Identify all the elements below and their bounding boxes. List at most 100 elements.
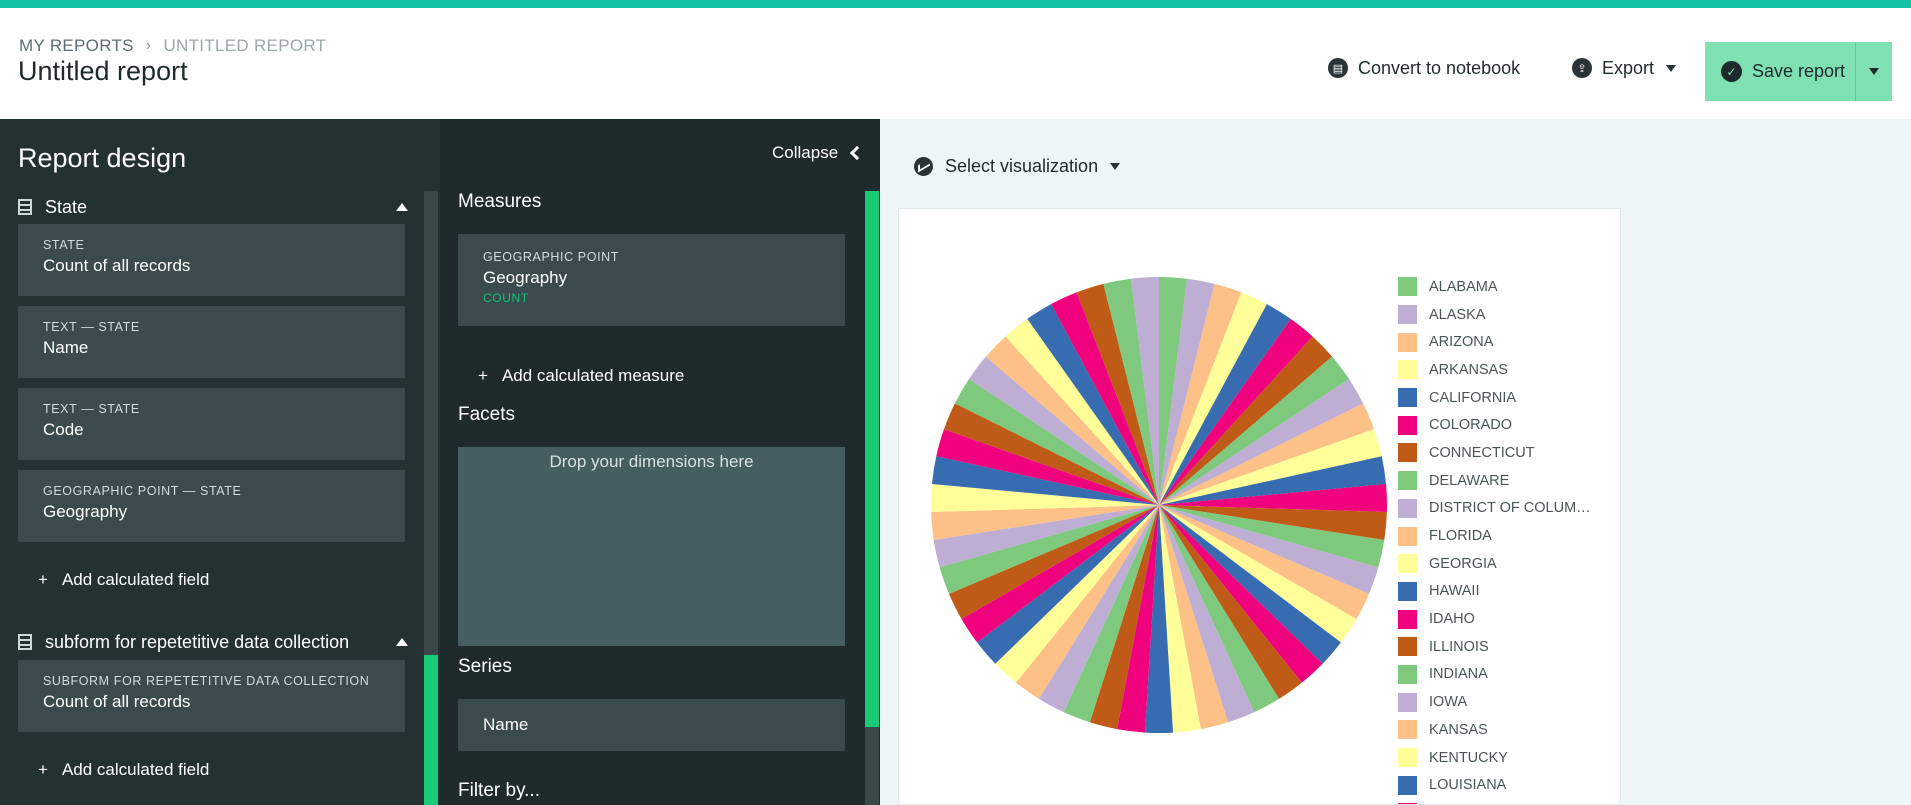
legend-item[interactable]: MAINE bbox=[1398, 799, 1608, 804]
legend-item[interactable]: KANSAS bbox=[1398, 716, 1608, 744]
legend-label: ALASKA bbox=[1429, 306, 1486, 323]
header: MY REPORTS › UNTITLED REPORT Untitled re… bbox=[0, 8, 1911, 119]
check-circle-icon: ✓ bbox=[1721, 61, 1742, 82]
legend-swatch bbox=[1398, 748, 1417, 768]
breadcrumb-my-reports[interactable]: MY REPORTS bbox=[19, 36, 134, 56]
field-card[interactable]: TEXT — STATE Name bbox=[18, 306, 405, 378]
save-report-button[interactable]: ✓ Save report bbox=[1705, 42, 1855, 101]
legend-item[interactable]: LOUISIANA bbox=[1398, 771, 1608, 799]
legend-label: LOUISIANA bbox=[1429, 777, 1507, 794]
legend-label: CONNECTICUT bbox=[1429, 444, 1535, 461]
caret-up-icon bbox=[396, 203, 408, 211]
legend-label: IOWA bbox=[1429, 694, 1468, 711]
field-label: Code bbox=[43, 420, 84, 439]
breadcrumb: MY REPORTS › UNTITLED REPORT bbox=[19, 36, 326, 56]
add-calculated-measure-button[interactable]: + Add calculated measure bbox=[478, 363, 684, 389]
legend-item[interactable]: ARIZONA bbox=[1398, 328, 1608, 356]
chart-card: ALABAMA ALASKA ARIZONA ARKANSAS CALIFORNIA CO… bbox=[898, 208, 1621, 805]
chart-legend: ALABAMA ALASKA ARIZONA ARKANSAS CALIFORNIA CO… bbox=[1398, 273, 1608, 804]
legend-label: DISTRICT OF COLUM… bbox=[1429, 500, 1591, 517]
series-heading: Series bbox=[458, 656, 512, 677]
convert-to-notebook-button[interactable]: ▤ Convert to notebook bbox=[1328, 48, 1520, 88]
legend-label: ALABAMA bbox=[1429, 278, 1498, 295]
add-calculated-field-button[interactable]: + Add calculated field bbox=[38, 757, 209, 783]
legend-label: KENTUCKY bbox=[1429, 749, 1508, 766]
notebook-icon: ▤ bbox=[1328, 58, 1348, 78]
field-card[interactable]: GEOGRAPHIC POINT — STATE Geography bbox=[18, 470, 405, 542]
chevron-right-icon: › bbox=[145, 37, 152, 54]
legend-swatch bbox=[1398, 775, 1417, 795]
legend-swatch bbox=[1398, 332, 1417, 352]
plus-icon: + bbox=[38, 760, 48, 779]
legend-item[interactable]: COLORADO bbox=[1398, 411, 1608, 439]
select-visualization-dropdown[interactable]: Select visualization bbox=[914, 156, 1121, 177]
legend-item[interactable]: INDIANA bbox=[1398, 661, 1608, 689]
field-label: Count of all records bbox=[43, 692, 191, 711]
pie-chart[interactable] bbox=[929, 275, 1389, 735]
top-accent-bar bbox=[0, 0, 1911, 8]
field-label: Geography bbox=[43, 502, 128, 521]
legend-item[interactable]: CONNECTICUT bbox=[1398, 439, 1608, 467]
field-card[interactable]: SUBFORM FOR REPETETITIVE DATA COLLECTION… bbox=[18, 660, 405, 732]
table-icon bbox=[18, 199, 32, 215]
facets-dropzone[interactable]: Drop your dimensions here bbox=[458, 447, 845, 646]
legend-swatch bbox=[1398, 526, 1417, 546]
export-button[interactable]: ⇪ Export bbox=[1572, 48, 1677, 88]
legend-item[interactable]: HAWAII bbox=[1398, 578, 1608, 606]
caret-down-icon bbox=[1110, 163, 1121, 170]
legend-label: GEORGIA bbox=[1429, 555, 1497, 572]
measure-card[interactable]: GEOGRAPHIC POINT Geography COUNT bbox=[458, 234, 845, 326]
legend-item[interactable]: ALABAMA bbox=[1398, 273, 1608, 301]
legend-item[interactable]: IDAHO bbox=[1398, 605, 1608, 633]
field-type: SUBFORM FOR REPETETITIVE DATA COLLECTION bbox=[43, 674, 370, 688]
table-icon bbox=[18, 634, 32, 650]
legend-item[interactable]: DELAWARE bbox=[1398, 467, 1608, 495]
legend-swatch bbox=[1398, 581, 1417, 601]
legend-label: FLORIDA bbox=[1429, 528, 1492, 545]
config-panel: Collapse Measures GEOGRAPHIC POINT Geogr… bbox=[440, 119, 880, 805]
series-item[interactable]: Name bbox=[458, 699, 845, 751]
legend-item[interactable]: ILLINOIS bbox=[1398, 633, 1608, 661]
legend-item[interactable]: FLORIDA bbox=[1398, 522, 1608, 550]
legend-item[interactable]: ARKANSAS bbox=[1398, 356, 1608, 384]
field-card[interactable]: TEXT — STATE Code bbox=[18, 388, 405, 460]
legend-item[interactable]: IOWA bbox=[1398, 688, 1608, 716]
field-card[interactable]: STATE Count of all records bbox=[18, 224, 405, 296]
scrollbar-thumb[interactable] bbox=[865, 191, 879, 727]
page-title: Untitled report bbox=[18, 56, 188, 86]
legend-label: ARIZONA bbox=[1429, 334, 1494, 351]
legend-swatch bbox=[1398, 415, 1417, 435]
add-field-label: Add calculated field bbox=[61, 570, 210, 589]
legend-item[interactable]: ALASKA bbox=[1398, 301, 1608, 329]
plus-icon: + bbox=[38, 570, 48, 589]
legend-item[interactable]: CALIFORNIA bbox=[1398, 384, 1608, 412]
legend-swatch bbox=[1398, 277, 1417, 297]
legend-item[interactable]: DISTRICT OF COLUM… bbox=[1398, 495, 1608, 523]
facets-heading: Facets bbox=[458, 404, 516, 425]
legend-label: DELAWARE bbox=[1429, 472, 1510, 489]
scrollbar-thumb[interactable] bbox=[424, 655, 438, 805]
add-measure-label: Add calculated measure bbox=[501, 366, 685, 385]
legend-swatch bbox=[1398, 609, 1417, 629]
collapse-button[interactable]: Collapse bbox=[772, 143, 865, 163]
chart-icon bbox=[914, 157, 933, 176]
legend-item[interactable]: GEORGIA bbox=[1398, 550, 1608, 578]
section-header-state[interactable]: State bbox=[18, 192, 408, 222]
legend-swatch bbox=[1398, 305, 1417, 325]
legend-swatch bbox=[1398, 360, 1417, 380]
legend-swatch bbox=[1398, 443, 1417, 463]
legend-item[interactable]: KENTUCKY bbox=[1398, 744, 1608, 772]
measure-aggregation: COUNT bbox=[483, 291, 529, 305]
section-name: subform for repetetitive data collection bbox=[45, 631, 350, 652]
plus-icon: + bbox=[478, 366, 488, 385]
add-calculated-field-button[interactable]: + Add calculated field bbox=[38, 567, 209, 593]
breadcrumb-current: UNTITLED REPORT bbox=[163, 36, 327, 55]
filter-heading: Filter by... bbox=[458, 780, 540, 801]
legend-swatch bbox=[1398, 720, 1417, 740]
measure-type: GEOGRAPHIC POINT bbox=[483, 250, 620, 264]
section-header-subform[interactable]: subform for repetetitive data collection bbox=[18, 627, 408, 657]
save-report-split-button: ✓ Save report bbox=[1705, 42, 1892, 101]
save-options-dropdown[interactable] bbox=[1856, 42, 1892, 101]
legend-swatch bbox=[1398, 388, 1417, 408]
section-name: State bbox=[45, 196, 88, 217]
